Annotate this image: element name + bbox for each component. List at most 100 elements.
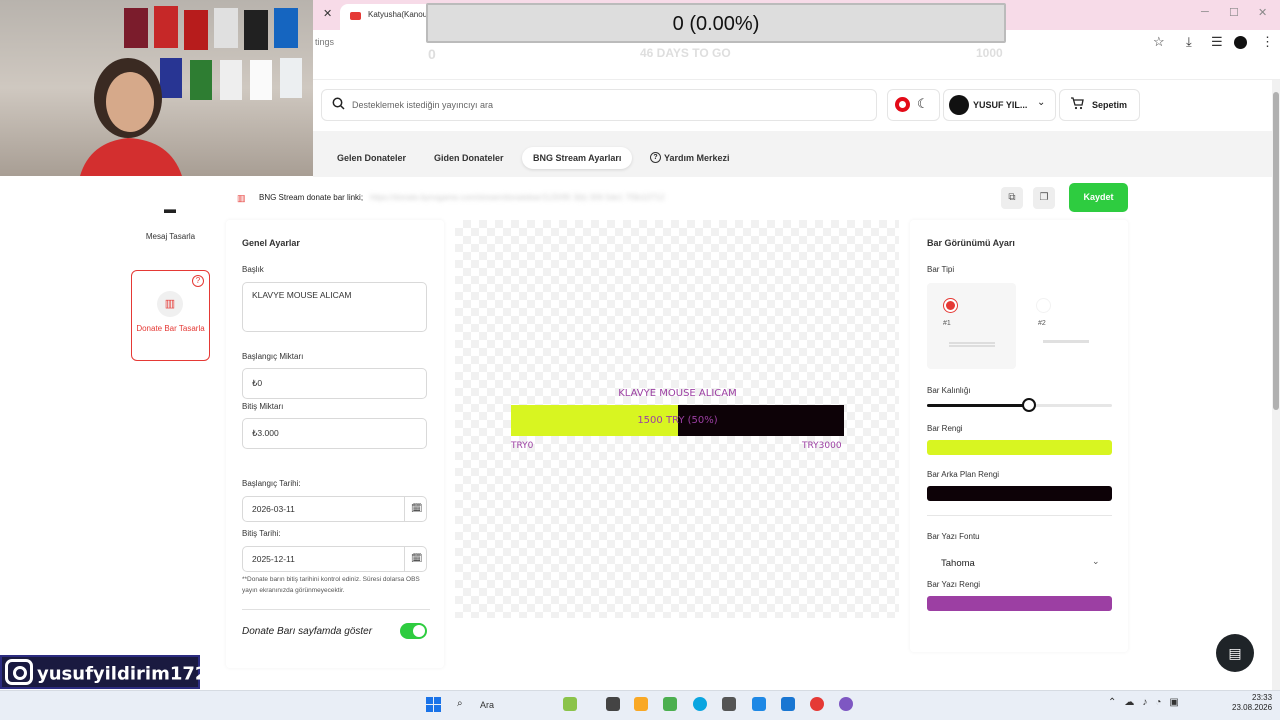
message-icon: ▬ (164, 202, 176, 216)
tab-outgoing-donates[interactable]: Giden Donateler (423, 147, 515, 169)
start-amount-input[interactable]: ₺0 (242, 368, 427, 399)
end-amount-input[interactable]: ₺3.000 (242, 418, 427, 449)
clock-date: 23.08.2026 (1232, 703, 1273, 712)
tab-stream-settings[interactable]: BNG Stream Ayarları (522, 147, 633, 169)
tab-help-center[interactable]: Yardım Merkezi (653, 147, 741, 169)
profile-avatar[interactable] (1234, 36, 1247, 49)
chat-support-button[interactable]: ▤ (1216, 634, 1254, 672)
slider-handle[interactable] (1021, 398, 1036, 412)
bar-type-1-label: #1 (943, 320, 951, 327)
store-icon[interactable] (722, 697, 736, 711)
chrome-icon[interactable] (810, 697, 824, 711)
clock-time: 23:33 (1252, 693, 1273, 702)
bar-type-option-1[interactable] (927, 283, 1016, 369)
nav-message-design-label: Mesaj Tasarla (145, 232, 196, 241)
question-icon[interactable]: ? (192, 275, 204, 287)
divider (927, 515, 1112, 516)
start-date-input[interactable]: 2026-03-11 (242, 496, 427, 522)
minimize-icon[interactable]: ─ (1201, 6, 1209, 18)
bar-chart-icon: ▥ (157, 291, 183, 317)
end-date-label: Bitiş Tarihi: (242, 529, 281, 538)
streamer-search-input[interactable]: Desteklemek istediğin yayıncıyı ara (321, 89, 877, 121)
bar-font-select[interactable]: Tahoma (927, 549, 1112, 577)
window-close-icon[interactable]: ✕ (1258, 6, 1267, 19)
overlay-days-left: 46 DAYS TO GO (640, 46, 731, 60)
bar-thickness-label: Bar Kalınlığı (927, 386, 971, 395)
end-date-input[interactable]: 2025-12-11 (242, 546, 427, 572)
preview-link-icon[interactable]: ⧉ (1001, 187, 1023, 209)
bar-type-label: Bar Tipi (927, 265, 955, 274)
bar-bg-color-swatch[interactable] (927, 486, 1112, 501)
instagram-handle: yusufyildirim1726 (37, 663, 220, 685)
file-explorer-icon[interactable] (634, 697, 648, 711)
end-date-value: 2025-12-11 (252, 554, 295, 564)
dark-mode-moon-icon[interactable]: ☾ (917, 96, 929, 112)
bar-type-radio-1[interactable] (943, 298, 958, 313)
start-date-value: 2026-03-11 (252, 504, 295, 514)
system-tray-icons[interactable]: ⌃☁♪◔▣ (1108, 697, 1187, 708)
bar-font-label: Bar Yazı Fontu (927, 532, 980, 541)
overlay-left-value: 0 (428, 46, 436, 62)
bar-thickness-slider[interactable] (927, 398, 1112, 412)
taskbar-search[interactable]: Ara (450, 694, 558, 716)
task-view-icon[interactable] (606, 697, 620, 711)
preview-bar-title: KLAVYE MOUSE ALICAM (618, 388, 737, 399)
menu-dots-icon[interactable]: ⋮ (1261, 34, 1274, 50)
windows-start-icon[interactable] (426, 697, 441, 712)
chevron-down-icon: ⌄ (1092, 556, 1100, 566)
bookmark-star-icon[interactable]: ☆ (1153, 34, 1165, 50)
streamer-person-image (80, 58, 182, 176)
download-icon[interactable]: ⤓ (1186, 34, 1192, 50)
show-on-page-label: Donate Barı sayfamda göster (242, 626, 373, 637)
slider-fill (927, 404, 1029, 407)
nav-donate-bar-label: Donate Bar Tasarla (136, 324, 205, 333)
bar-text-color-label: Bar Yazı Rengi (927, 580, 981, 589)
calendar-icon[interactable]: 🗓 (411, 553, 422, 564)
preview-progress-bar: 1500 TRY (50%) (511, 405, 844, 436)
bar-type-radio-2[interactable] (1036, 298, 1051, 313)
bar-color-label: Bar Rengi (927, 424, 963, 433)
copy-link-icon[interactable]: ❐ (1033, 187, 1055, 209)
browser-tab[interactable]: Katyusha(Kanouı (340, 4, 436, 30)
obs-icon[interactable] (839, 697, 853, 711)
webcam-feed (0, 0, 313, 176)
dropbox-icon[interactable] (752, 697, 766, 711)
bar-text-color-swatch[interactable] (927, 596, 1112, 611)
tab-incoming-donates[interactable]: Gelen Donateler (326, 147, 417, 169)
title-textarea[interactable]: KLAVYE MOUSE ALICAM (242, 282, 427, 332)
preview-progress-text: 1500 TRY (50%) (637, 415, 718, 426)
chat-icon: ▤ (1228, 645, 1242, 661)
reading-list-icon[interactable]: ☰ (1211, 34, 1223, 50)
youtube-icon (350, 12, 361, 20)
scrollbar-thumb[interactable] (1273, 92, 1279, 410)
show-on-page-toggle[interactable] (400, 623, 427, 639)
divider (404, 496, 405, 521)
copilot-icon[interactable] (663, 697, 677, 711)
taskbar-clock[interactable]: 23:33 23.08.2026 (1232, 693, 1272, 713)
turkish-flag-icon[interactable] (895, 97, 910, 112)
end-date-warning-note: **Donate barın bitiş tarihini kontrol ed… (242, 576, 420, 594)
calendar-icon[interactable]: 🗓 (411, 503, 422, 514)
tab-title: Katyusha(Kanouı (368, 10, 430, 19)
maximize-icon[interactable]: ☐ (1229, 6, 1239, 19)
bar-chart-icon: ▥ (237, 193, 246, 203)
divider (404, 546, 405, 571)
widgets-icon[interactable] (563, 697, 577, 711)
cart-icon (1071, 97, 1084, 110)
user-avatar (949, 95, 969, 115)
bar-color-swatch[interactable] (927, 440, 1112, 455)
nav-message-design[interactable]: Mesaj Tasarla (131, 186, 210, 264)
close-tab-icon[interactable]: ✕ (323, 7, 332, 20)
bar-bg-color-label: Bar Arka Plan Rengi (927, 470, 1000, 479)
search-icon (332, 97, 345, 110)
donate-bar-link-url[interactable]: https://donate.bynogame.com/stream/donat… (370, 193, 665, 202)
end-amount-label: Bitiş Miktarı (242, 402, 284, 411)
general-settings-heading: Genel Ayarlar (242, 238, 300, 248)
app-icon[interactable] (781, 697, 795, 711)
bar-type-2-label: #2 (1038, 320, 1046, 327)
edge-icon[interactable] (693, 697, 707, 711)
bar-type-1-sample (949, 342, 995, 347)
url-text[interactable]: tings (315, 37, 334, 47)
save-button[interactable]: Kaydet (1069, 183, 1128, 212)
start-amount-label: Başlangıç Miktarı (242, 352, 304, 361)
